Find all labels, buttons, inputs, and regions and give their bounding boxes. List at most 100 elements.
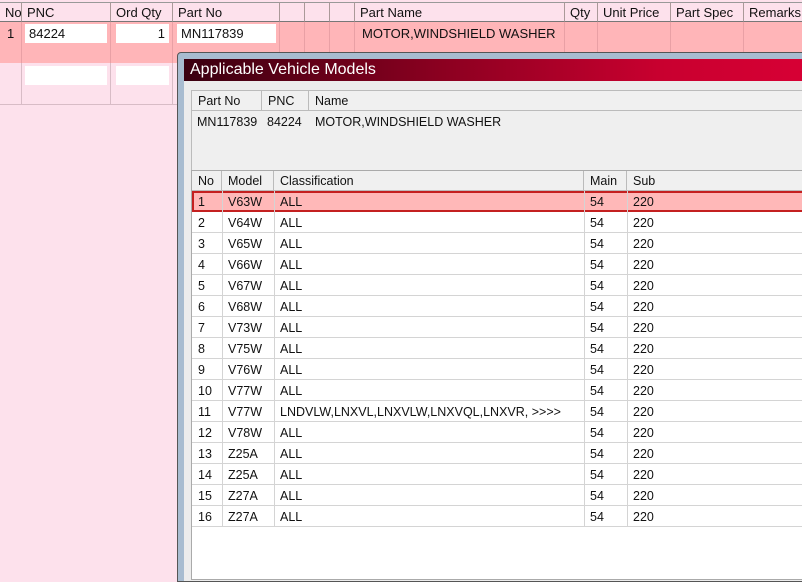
- model-row[interactable]: 6 V68W ALL 54 220: [192, 296, 802, 317]
- column-header[interactable]: No: [0, 2, 22, 22]
- model-cell: 54: [590, 279, 604, 293]
- model-cell: V73W: [228, 321, 263, 335]
- grid-cell: [22, 50, 111, 63]
- grid-cell: [111, 50, 173, 63]
- models-column-header[interactable]: Sub: [627, 171, 802, 191]
- ord-qty-input-empty[interactable]: [116, 66, 169, 85]
- model-cell: ALL: [280, 468, 303, 482]
- model-row[interactable]: 1 V63W ALL 54 220: [192, 191, 802, 212]
- column-header[interactable]: Ord Qty: [111, 2, 173, 22]
- model-cell: Z25A: [228, 447, 258, 461]
- model-row[interactable]: 10 V77W ALL 54 220: [192, 380, 802, 401]
- models-column-header[interactable]: Model: [222, 171, 274, 191]
- column-header[interactable]: Qty: [565, 2, 598, 22]
- column-header[interactable]: Unit Price: [598, 2, 671, 22]
- grid-cell[interactable]: [598, 22, 671, 50]
- model-cell: 54: [590, 405, 604, 419]
- model-row[interactable]: 11 V77W LNDVLW,LNXVL,LNXVLW,LNXVQL,LNXVR, …: [192, 401, 802, 422]
- model-cell: ALL: [280, 510, 303, 524]
- part-no-input[interactable]: MN117839: [177, 24, 276, 43]
- model-cell: ALL: [280, 216, 303, 230]
- model-cell: ALL: [280, 195, 303, 209]
- model-cell: 54: [590, 489, 604, 503]
- model-row[interactable]: 13 Z25A ALL 54 220: [192, 443, 802, 464]
- model-cell: ALL: [280, 321, 303, 335]
- model-row[interactable]: 7 V73W ALL 54 220: [192, 317, 802, 338]
- model-cell: V76W: [228, 363, 263, 377]
- info-name: MOTOR,WINDSHIELD WASHER: [315, 115, 502, 129]
- grid-cell-empty[interactable]: [0, 63, 22, 105]
- model-cell: 54: [590, 510, 604, 524]
- model-cell: 16: [198, 510, 212, 524]
- model-row[interactable]: 5 V67W ALL 54 220: [192, 275, 802, 296]
- model-cell: 54: [590, 237, 604, 251]
- model-cell: 220: [633, 510, 654, 524]
- model-cell: 220: [633, 279, 654, 293]
- model-cell: 10: [198, 384, 212, 398]
- column-divider: [274, 191, 275, 527]
- pnc-input-empty[interactable]: [25, 66, 107, 85]
- model-cell: 220: [633, 384, 654, 398]
- ord-qty-input[interactable]: 1: [116, 24, 169, 43]
- model-row[interactable]: 8 V75W ALL 54 220: [192, 338, 802, 359]
- column-divider: [222, 191, 223, 527]
- grid-cell[interactable]: [744, 22, 802, 50]
- model-row[interactable]: 2 V64W ALL 54 220: [192, 212, 802, 233]
- model-cell: 54: [590, 363, 604, 377]
- model-cell: 15: [198, 489, 212, 503]
- model-cell: ALL: [280, 279, 303, 293]
- models-column-header[interactable]: Classification: [274, 171, 584, 191]
- model-cell: 54: [590, 468, 604, 482]
- column-header[interactable]: PNC: [22, 2, 111, 22]
- models-column-header[interactable]: No: [192, 171, 222, 191]
- model-row[interactable]: 4 V66W ALL 54 220: [192, 254, 802, 275]
- models-column-header[interactable]: Main: [584, 171, 627, 191]
- model-row[interactable]: 15 Z27A ALL 54 220: [192, 485, 802, 506]
- model-cell: V68W: [228, 300, 263, 314]
- model-cell: ALL: [280, 237, 303, 251]
- model-cell: 220: [633, 447, 654, 461]
- part-info-header[interactable]: Name: [309, 91, 802, 111]
- column-header[interactable]: Part No: [173, 2, 280, 22]
- grid-cell: [0, 50, 22, 63]
- model-cell: V63W: [228, 195, 263, 209]
- model-cell: 54: [590, 300, 604, 314]
- part-info-header[interactable]: PNC: [262, 91, 309, 111]
- model-row[interactable]: 9 V76W ALL 54 220: [192, 359, 802, 380]
- model-cell: 4: [198, 258, 205, 272]
- dialog-title[interactable]: Applicable Vehicle Models: [184, 59, 802, 81]
- grid-cell[interactable]: [280, 22, 305, 50]
- model-cell: 5: [198, 279, 205, 293]
- model-cell: ALL: [280, 447, 303, 461]
- model-cell: V65W: [228, 237, 263, 251]
- model-cell: 220: [633, 489, 654, 503]
- column-divider: [627, 191, 628, 527]
- column-header[interactable]: [305, 2, 330, 22]
- column-header[interactable]: Part Name: [355, 2, 565, 22]
- grid-cell[interactable]: [565, 22, 598, 50]
- model-row[interactable]: 14 Z25A ALL 54 220: [192, 464, 802, 485]
- model-cell: 8: [198, 342, 205, 356]
- model-row[interactable]: 12 V78W ALL 54 220: [192, 422, 802, 443]
- model-cell: V67W: [228, 279, 263, 293]
- column-header[interactable]: [280, 2, 305, 22]
- model-cell: 220: [633, 216, 654, 230]
- grid-cell[interactable]: [671, 22, 744, 50]
- column-header[interactable]: [330, 2, 355, 22]
- model-cell: ALL: [280, 342, 303, 356]
- model-cell: LNDVLW,LNXVL,LNXVLW,LNXVQL,LNXVR, >>>>: [280, 405, 561, 419]
- model-cell: V77W: [228, 384, 263, 398]
- model-cell: ALL: [280, 489, 303, 503]
- model-cell: ALL: [280, 384, 303, 398]
- model-cell: 220: [633, 195, 654, 209]
- model-cell: 14: [198, 468, 212, 482]
- part-info-header[interactable]: Part No: [192, 91, 262, 111]
- pnc-input[interactable]: 84224: [25, 24, 107, 43]
- model-cell: 6: [198, 300, 205, 314]
- grid-cell[interactable]: [305, 22, 330, 50]
- column-header[interactable]: Part Spec: [671, 2, 744, 22]
- model-row[interactable]: 3 V65W ALL 54 220: [192, 233, 802, 254]
- column-header[interactable]: Remarks: [744, 2, 802, 22]
- model-row[interactable]: 16 Z27A ALL 54 220: [192, 506, 802, 527]
- grid-cell[interactable]: [330, 22, 355, 50]
